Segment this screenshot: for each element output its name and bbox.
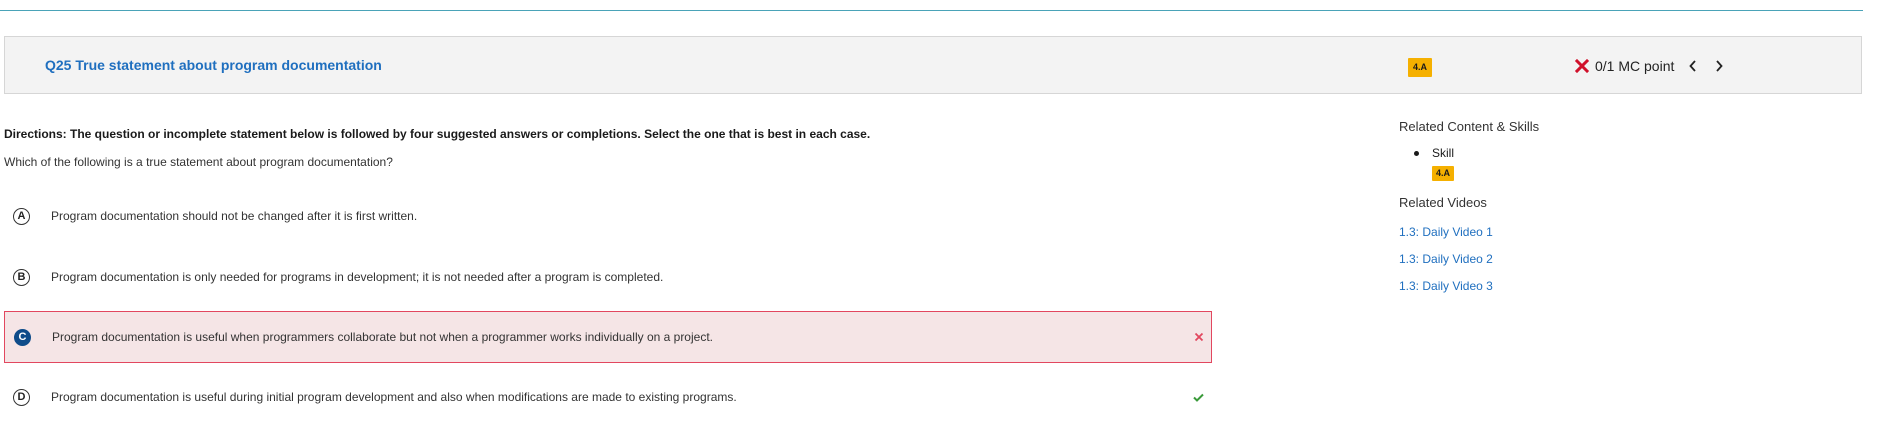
option-text: Program documentation should not be chan…: [51, 209, 418, 223]
option-letter: B: [13, 268, 30, 286]
related-content-heading: Related Content & Skills: [1399, 119, 1540, 134]
x-mark-icon: [1192, 330, 1206, 344]
chevron-right-icon: [1716, 60, 1724, 72]
question-prompt: Which of the following is a true stateme…: [4, 155, 393, 169]
answer-option-c[interactable]: C Program documentation is useful when p…: [4, 311, 1212, 363]
option-text: Program documentation is useful during i…: [51, 390, 737, 404]
related-videos-heading: Related Videos: [1399, 195, 1487, 210]
answer-option-b[interactable]: B Program documentation is only needed f…: [4, 251, 1212, 303]
skill-badge: 4.A: [1408, 58, 1433, 77]
skill-label: Skill: [1432, 146, 1455, 160]
question-title-link[interactable]: Q25 True statement about program documen…: [45, 57, 382, 73]
related-sidebar: Related Content & Skills Skill 4.A Relat…: [1399, 119, 1699, 293]
option-text: Program documentation is useful when pro…: [52, 330, 713, 344]
answer-option-d[interactable]: D Program documentation is useful during…: [4, 371, 1212, 423]
option-letter: C: [14, 328, 31, 346]
chevron-left-icon: [1689, 60, 1697, 72]
skill-badge: 4.A: [1432, 166, 1455, 181]
score-area: 0/1 MC point: [1575, 55, 1730, 77]
skill-list: Skill 4.A: [1399, 146, 1699, 181]
top-divider: [0, 10, 1863, 11]
skill-list-item: Skill 4.A: [1399, 146, 1699, 181]
x-icon: [1575, 59, 1589, 73]
answer-option-a[interactable]: A Program documentation should not be ch…: [4, 190, 1212, 242]
score-text: 0/1 MC point: [1595, 58, 1675, 74]
video-link-1[interactable]: 1.3: Daily Video 1: [1399, 225, 1699, 239]
video-link-2[interactable]: 1.3: Daily Video 2: [1399, 252, 1699, 266]
question-header-bar: Q25 True statement about program documen…: [4, 36, 1862, 94]
option-letter: A: [13, 207, 30, 225]
option-text: Program documentation is only needed for…: [51, 270, 664, 284]
next-question-button[interactable]: [1708, 55, 1730, 77]
checkmark-icon: [1191, 390, 1205, 404]
previous-question-button[interactable]: [1682, 55, 1704, 77]
option-letter: D: [13, 388, 30, 406]
video-link-3[interactable]: 1.3: Daily Video 3: [1399, 279, 1699, 293]
directions-text: Directions: The question or incomplete s…: [4, 127, 871, 141]
